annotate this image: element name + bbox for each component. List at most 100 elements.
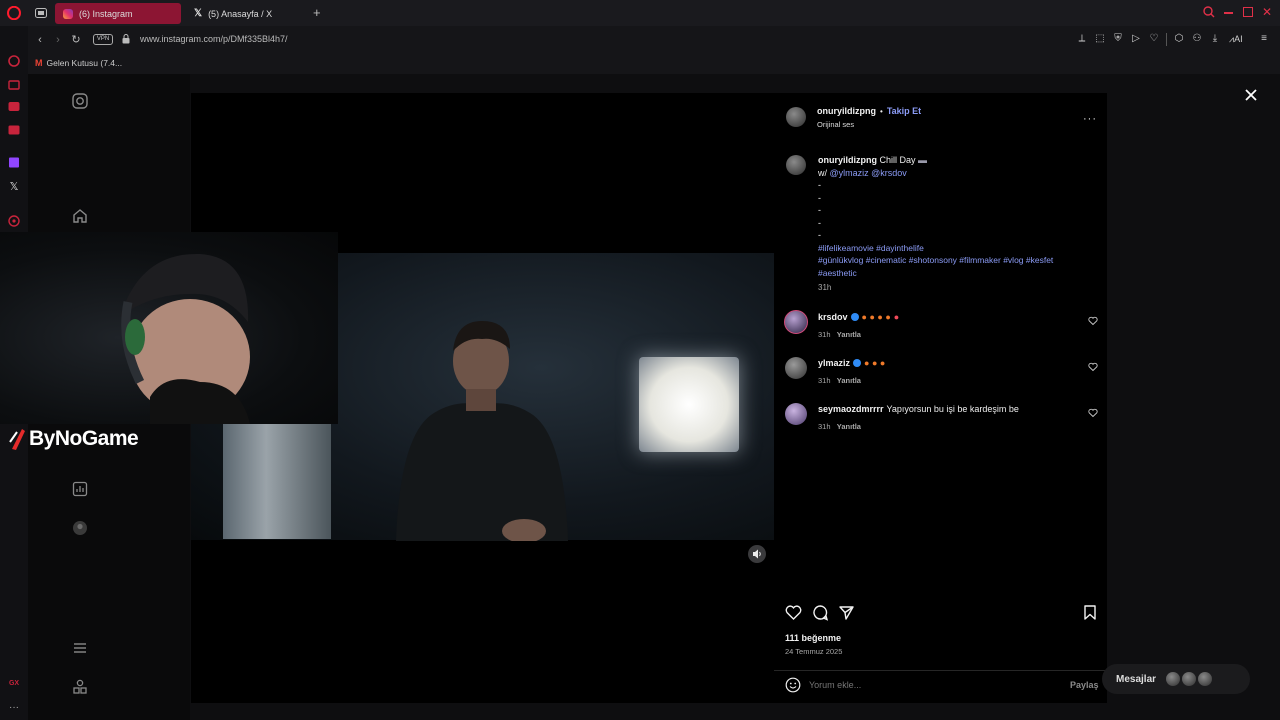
minimize-icon[interactable] bbox=[1224, 12, 1233, 14]
vpn-badge[interactable]: VPN bbox=[93, 34, 113, 45]
caption-avatar[interactable] bbox=[786, 155, 806, 175]
gx-icon[interactable]: GX bbox=[7, 680, 21, 694]
forward-icon[interactable]: › bbox=[51, 34, 65, 46]
comment-input[interactable] bbox=[809, 677, 1049, 693]
profile-avatar-icon[interactable] bbox=[72, 520, 88, 536]
heart-eyes-emoji-icon: ● bbox=[893, 312, 900, 322]
url-field[interactable]: www.instagram.com/p/DMf335Bl4h7/ bbox=[140, 34, 288, 44]
sidebar-more-icon[interactable]: ··· bbox=[7, 702, 21, 716]
author-avatar[interactable] bbox=[786, 107, 806, 127]
ai-label: AI bbox=[1234, 34, 1243, 44]
opera-logo-icon[interactable] bbox=[7, 6, 21, 20]
profile-icon[interactable]: ⚇ bbox=[1191, 33, 1203, 45]
messenger-icon[interactable] bbox=[7, 100, 21, 114]
comment-like-icon[interactable] bbox=[1088, 362, 1098, 372]
extensions-icon[interactable]: ⬡ bbox=[1173, 33, 1185, 45]
video-background-panel bbox=[223, 423, 331, 539]
post-comment-button[interactable]: Paylaş bbox=[1070, 680, 1099, 690]
tab-instagram[interactable]: (6) Instagram bbox=[55, 3, 181, 24]
reload-icon[interactable]: ↻ bbox=[69, 34, 83, 46]
emoji-icon[interactable] bbox=[785, 677, 801, 693]
comment-divider bbox=[774, 670, 1107, 671]
pin-icon[interactable]: ⟂ bbox=[1076, 33, 1088, 45]
comment-avatar[interactable] bbox=[785, 403, 807, 425]
reply-button[interactable]: Yanıtla bbox=[837, 422, 861, 431]
follow-separator: • bbox=[880, 106, 883, 116]
comment-username[interactable]: ylmaziz bbox=[818, 358, 850, 368]
share-icon[interactable] bbox=[838, 604, 855, 621]
audio-label[interactable]: Orijinal ses bbox=[817, 120, 854, 129]
more-menu-icon[interactable] bbox=[72, 640, 88, 656]
comment-item: krsdov ● ● ● ● ● 31h Yanıtla bbox=[784, 309, 1104, 345]
more-options-icon[interactable]: ··· bbox=[1083, 113, 1097, 125]
bookmark-label: Gelen Kutusu (7.4... bbox=[46, 58, 123, 68]
comment-icon[interactable] bbox=[812, 604, 829, 621]
caption-hashtags[interactable]: #aesthetic bbox=[818, 267, 1093, 280]
tab-x[interactable]: 𝕏 (5) Anasayfa / X bbox=[186, 3, 312, 24]
toolbar-divider bbox=[1166, 33, 1167, 46]
back-icon[interactable]: ‹ bbox=[33, 34, 47, 46]
comment-text: Yapıyorsun bu işi be kardeşim be bbox=[886, 404, 1019, 414]
comment-like-icon[interactable] bbox=[1088, 316, 1098, 326]
caption-dash: - bbox=[818, 217, 821, 228]
reply-button[interactable]: Yanıtla bbox=[837, 330, 861, 339]
play-icon[interactable]: ▷ bbox=[1130, 33, 1142, 45]
maximize-icon[interactable] bbox=[1243, 7, 1253, 17]
twitch-icon[interactable] bbox=[7, 156, 21, 170]
caption-dash: - bbox=[818, 205, 821, 215]
screenshot-icon[interactable]: ⬚ bbox=[1094, 33, 1106, 45]
comment-time: 31h bbox=[818, 330, 831, 339]
caption-time: 31h bbox=[818, 283, 832, 292]
download-icon[interactable]: ⤓ bbox=[1209, 33, 1221, 45]
caption-author[interactable]: onuryildizpng bbox=[818, 155, 877, 165]
home-icon[interactable] bbox=[72, 208, 88, 224]
laptop-emoji-icon: ▬ bbox=[918, 155, 928, 165]
post-caption: onuryildizpng Chill Day ▬ w/ @ylmaziz @k… bbox=[818, 154, 1093, 295]
follow-button[interactable]: Takip Et bbox=[887, 106, 921, 116]
comment-item: seymaozdmrrrr Yapıyorsun bu işi be karde… bbox=[784, 401, 1104, 437]
bookmark-gmail[interactable]: M Gelen Kutusu (7.4... bbox=[35, 58, 122, 68]
comment-username[interactable]: krsdov bbox=[818, 312, 848, 322]
likes-count[interactable]: 111 beğenme bbox=[785, 633, 841, 643]
reply-button[interactable]: Yanıtla bbox=[837, 376, 861, 385]
dashboard-icon[interactable] bbox=[72, 481, 88, 497]
caption-title: Chill Day bbox=[879, 155, 916, 165]
caption-hashtags[interactable]: #günlükvlog #cinematic #shotonsony #film… bbox=[818, 254, 1093, 267]
comment-avatar[interactable] bbox=[785, 357, 807, 379]
video-person bbox=[386, 313, 576, 541]
browser-tab-bar: (6) Instagram 𝕏 (5) Anasayfa / X + ✕ bbox=[0, 0, 1280, 26]
gmail-sidebar-icon[interactable] bbox=[7, 123, 21, 137]
player-icon[interactable] bbox=[7, 214, 21, 228]
aria-ai-button[interactable]: ⩘AI bbox=[1229, 34, 1243, 45]
caption-hashtags[interactable]: #lifelikeamovie #dayinthelife bbox=[818, 242, 1093, 255]
caption-mentions[interactable]: @ylmaziz @krsdov bbox=[830, 168, 907, 178]
comment-like-icon[interactable] bbox=[1088, 408, 1098, 418]
messages-button[interactable]: Mesajlar bbox=[1102, 664, 1250, 694]
verified-badge-icon bbox=[850, 313, 859, 321]
shopping-icon[interactable] bbox=[7, 77, 21, 91]
save-bookmark-icon[interactable] bbox=[1082, 604, 1098, 621]
comment-avatar[interactable] bbox=[784, 310, 808, 334]
message-avatars bbox=[1166, 672, 1213, 686]
new-tab-button[interactable]: + bbox=[313, 5, 321, 20]
close-modal-icon[interactable] bbox=[1243, 87, 1259, 103]
post-header: onuryildizpng • Takip Et bbox=[817, 106, 921, 116]
mute-icon[interactable] bbox=[748, 545, 766, 563]
comment-username[interactable]: seymaozdmrrrr bbox=[818, 404, 884, 414]
workspaces-icon[interactable] bbox=[35, 8, 47, 18]
author-username[interactable]: onuryildizpng bbox=[817, 106, 876, 116]
x-sidebar-icon[interactable]: 𝕏 bbox=[7, 180, 21, 194]
also-from-meta-icon[interactable] bbox=[72, 679, 88, 695]
bookmark-heart-icon[interactable]: ♡ bbox=[1148, 33, 1160, 45]
adblock-shield-icon[interactable]: ⛨ bbox=[1112, 33, 1124, 45]
bookmarks-bar bbox=[0, 54, 1280, 74]
caption-dash: - bbox=[818, 230, 821, 240]
aria-icon[interactable] bbox=[7, 54, 21, 68]
search-tabs-icon[interactable] bbox=[1203, 6, 1215, 18]
comment-item: ylmaziz ● ● ● 31h Yanıtla bbox=[784, 355, 1104, 391]
instagram-logo-icon[interactable] bbox=[72, 93, 88, 109]
close-window-icon[interactable]: ✕ bbox=[1262, 5, 1272, 19]
gmail-icon: M bbox=[35, 58, 43, 68]
menu-icon[interactable]: ≡ bbox=[1258, 33, 1270, 45]
like-icon[interactable] bbox=[785, 604, 802, 621]
